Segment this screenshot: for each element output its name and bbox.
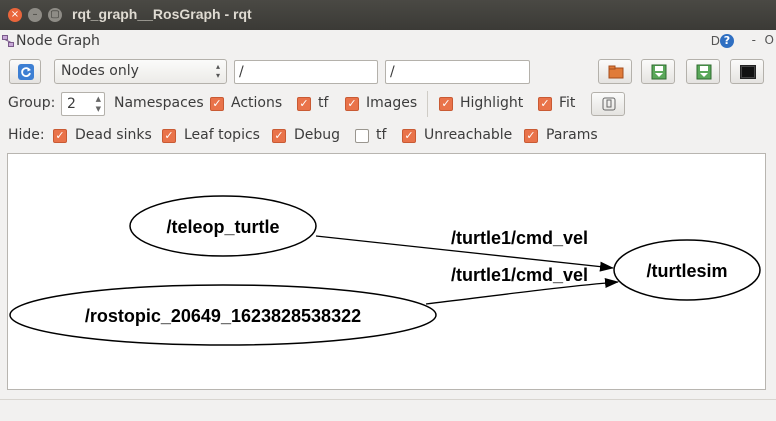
images-checkbox[interactable]: ✓ xyxy=(345,97,359,111)
combo-arrows-icon: ▴ ▾ xyxy=(215,62,220,80)
debug-label: Debug xyxy=(294,127,341,143)
namespaces-label: Namespaces xyxy=(114,95,204,111)
hide-tf-label: tf xyxy=(376,127,387,143)
highlight-label: Highlight xyxy=(460,95,524,111)
window-close-button[interactable]: × xyxy=(8,8,22,22)
node-graph-icon xyxy=(2,35,14,47)
save-image-button[interactable] xyxy=(730,59,764,84)
graph-mode-value: Nodes only xyxy=(61,63,139,79)
images-label: Images xyxy=(366,95,418,111)
dock-button[interactable]: D xyxy=(711,34,720,48)
save-svg-icon xyxy=(696,64,712,80)
refresh-icon xyxy=(18,64,34,80)
graph-mode-select[interactable]: Nodes only ▴ ▾ xyxy=(54,59,227,84)
refresh-button[interactable] xyxy=(9,59,41,84)
unreachable-label: Unreachable xyxy=(424,127,513,143)
close-plugin-button[interactable]: O xyxy=(765,33,774,47)
screenshot-icon xyxy=(740,65,756,79)
group-label: Group: xyxy=(8,95,56,111)
folder-open-icon xyxy=(608,65,624,79)
node-rostopic-label: /rostopic_20649_1623828538322 xyxy=(85,306,361,326)
fit-label: Fit xyxy=(559,95,576,111)
debug-checkbox[interactable]: ✓ xyxy=(272,129,286,143)
leaf-topics-checkbox[interactable]: ✓ xyxy=(162,129,176,143)
node-filter-input[interactable]: / xyxy=(234,60,378,84)
fit-view-icon xyxy=(602,97,616,111)
status-bar xyxy=(0,399,776,421)
params-label: Params xyxy=(546,127,598,143)
spin-arrows-icon[interactable]: ▲ ▼ xyxy=(96,94,101,114)
save-svg-button[interactable] xyxy=(686,59,720,84)
unreachable-checkbox[interactable]: ✓ xyxy=(402,129,416,143)
namespaces-checkbox[interactable]: ✓ xyxy=(210,97,224,111)
group-value: 2 xyxy=(67,96,76,112)
group-spinbox[interactable]: 2 ▲ ▼ xyxy=(61,92,105,116)
highlight-checkbox[interactable]: ✓ xyxy=(439,97,453,111)
options-row: Group: 2 ▲ ▼ Namespaces ✓ Actions ✓ tf ✓ … xyxy=(0,91,776,117)
window-title: rqt_graph__RosGraph - rqt xyxy=(72,6,252,22)
fit-in-view-button[interactable] xyxy=(591,92,625,116)
topic-filter-input[interactable]: / xyxy=(385,60,530,84)
save-dot-icon xyxy=(651,64,667,80)
dead-sinks-label: Dead sinks xyxy=(75,127,152,143)
plugin-title: Node Graph xyxy=(16,33,100,49)
node-turtlesim-label: /turtlesim xyxy=(646,261,727,281)
actions-checkbox[interactable]: ✓ xyxy=(297,97,311,111)
plugin-header: Node Graph D ? - O xyxy=(0,30,776,54)
fit-checkbox[interactable]: ✓ xyxy=(538,97,552,111)
help-icon[interactable]: ? xyxy=(720,34,734,48)
tf-label: tf xyxy=(318,95,329,111)
load-dot-button[interactable] xyxy=(598,59,632,84)
toolbar-separator xyxy=(427,91,428,117)
edge-rostopic-to-turtlesim[interactable] xyxy=(425,278,619,305)
graph-svg: /teleop_turtle /turtlesim /rostopic_2064… xyxy=(9,195,761,346)
minimize-plugin-button[interactable]: - xyxy=(752,33,756,47)
hide-row: Hide: ✓ Dead sinks ✓ Leaf topics ✓ Debug… xyxy=(0,124,776,148)
window-maximize-button[interactable]: ▢ xyxy=(48,8,62,22)
save-dot-button[interactable] xyxy=(641,59,675,84)
node-teleop-label: /teleop_turtle xyxy=(166,217,279,237)
params-checkbox[interactable]: ✓ xyxy=(524,129,538,143)
graph-canvas[interactable]: /teleop_turtle /turtlesim /rostopic_2064… xyxy=(7,153,766,390)
leaf-topics-label: Leaf topics xyxy=(184,127,260,143)
window-minimize-button[interactable]: – xyxy=(28,8,42,22)
dead-sinks-checkbox[interactable]: ✓ xyxy=(53,129,67,143)
hide-tf-checkbox[interactable] xyxy=(355,129,369,143)
window-titlebar: × – ▢ rqt_graph__RosGraph - rqt xyxy=(0,0,776,30)
hide-label: Hide: xyxy=(8,127,45,143)
actions-label: Actions xyxy=(231,95,283,111)
edge-bottom-label: /turtle1/cmd_vel xyxy=(451,265,588,285)
edge-top-label: /turtle1/cmd_vel xyxy=(451,228,588,248)
